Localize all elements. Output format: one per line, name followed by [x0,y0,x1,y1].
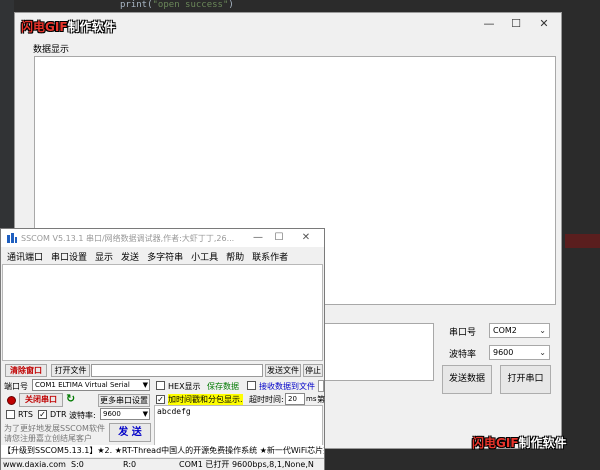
baud-select[interactable]: 9600 ⌄ [489,345,550,360]
ide-code-line: print("open success") [120,0,234,10]
baud-label: 波特率 [449,350,477,360]
refresh-icon[interactable]: ↻ [66,392,75,405]
send-text-area[interactable] [309,323,434,381]
recv-to-file-label: 接收数据到文件 [259,382,315,391]
timeout-input[interactable]: 20 [285,393,305,405]
file-path-input[interactable] [91,364,263,377]
chevron-down-icon: ⌄ [539,348,546,357]
status-recv-count: R:0 [123,460,137,469]
status-port-info: COM1 已打开 9600bps,8,1,None,N [179,460,314,469]
timeout-more: 第 [317,395,325,404]
clear-window-button[interactable]: 清除窗口 [5,364,47,377]
timeout-value: 20 [288,395,297,403]
close-port-button[interactable]: 关闭串口 [19,393,63,407]
menu-item-send[interactable]: 发送 [121,253,139,263]
status-sent-count: S:0 [71,460,84,469]
sscom-maximize-button[interactable]: ☐ [269,231,289,245]
open-file-button[interactable]: 打开文件 [51,364,90,377]
port-label: 端口号 [4,382,28,391]
sscom-send-input[interactable]: abcdefg [154,405,323,446]
menu-item-tools[interactable]: 小工具 [191,253,218,263]
ide-error-marker [565,234,600,248]
sscom-logo-icon [7,233,17,243]
receive-area[interactable] [2,264,323,361]
sscom-baud-select[interactable]: 9600 ▼ [100,408,150,420]
baud-select-value: 9600 [493,348,514,357]
hex-display-checkbox[interactable] [156,381,165,390]
timeout-label: 超时时间: [249,395,284,404]
sscom-menubar: 通讯端口 串口设置 显示 发送 多字符串 小工具 帮助 联系作者 [7,250,296,263]
hex-display-label: HEX显示 [168,382,201,391]
close-button[interactable]: ✕ [534,17,554,31]
watermark: 闪电GIF制作软件 [472,436,567,450]
minimize-button[interactable]: — [479,17,499,31]
promo-line-2: 请您注册嘉立创结尾客户 [4,434,92,443]
chevron-down-icon: ⌄ [539,326,546,335]
status-site-link[interactable]: www.daxia.com [3,459,66,470]
display-label: 数据显示 [33,45,70,55]
sscom-send-button[interactable]: 发 送 [109,423,151,442]
rts-checkbox[interactable] [6,410,15,419]
sscom-minimize-button[interactable]: — [248,231,268,245]
recv-file-input[interactable] [318,380,324,392]
menu-item-port[interactable]: 通讯端口 [7,253,43,263]
window-title: 闪电GIF制作软件 [21,20,116,34]
baud-label: 波特率: [69,411,96,420]
dtr-label: DTR [50,410,67,419]
recv-to-file-checkbox[interactable] [247,381,256,390]
chevron-down-icon: ▼ [142,410,148,418]
sscom-port-value: COM1 ELTIMA Virtual Serial [35,381,130,389]
rts-label: RTS [18,410,33,419]
sscom-close-button[interactable]: ✕ [296,231,316,245]
send-data-button[interactable]: 发送数据 [442,365,492,394]
sscom-port-select[interactable]: COM1 ELTIMA Virtual Serial ▼ [32,379,150,391]
status-bar: www.daxia.com S:0 R:0 COM1 已打开 9600bps,8… [1,458,324,470]
dtr-checkbox[interactable]: ✓ [38,410,47,419]
menu-item-display[interactable]: 显示 [95,253,113,263]
maximize-button[interactable]: ☐ [506,17,526,31]
menu-item-contact[interactable]: 联系作者 [252,253,288,263]
news-ticker[interactable]: 【升级到SSCOM5.13.1】★2. ★RT-Thread中国人的开源免费操作… [1,445,324,457]
stop-button[interactable]: 停止 [303,364,323,377]
open-port-button[interactable]: 打开串口 [500,365,551,394]
more-settings-button[interactable]: 更多串口设置 [98,394,150,407]
send-file-button[interactable]: 发送文件 [265,364,301,377]
timestamp-label: 加时间戳和分包显示. [168,394,243,405]
port-select-value: COM2 [493,326,517,335]
sscom-baud-value: 9600 [103,410,121,418]
menu-item-serial-settings[interactable]: 串口设置 [51,253,87,263]
sscom-title: SSCOM V5.13.1 串口/网络数据调试器,作者:大虾丁丁,26... [21,234,235,243]
timeout-unit: ms [306,395,317,403]
sscom-window: SSCOM V5.13.1 串口/网络数据调试器,作者:大虾丁丁,26... —… [0,228,325,470]
port-label: 串口号 [449,328,477,338]
menu-item-help[interactable]: 帮助 [226,253,244,263]
port-select[interactable]: COM2 ⌄ [489,323,550,338]
save-data-button[interactable]: 保存数据 [207,381,239,392]
port-status-indicator [7,396,16,405]
chevron-down-icon: ▼ [142,381,148,389]
menu-item-multi-string[interactable]: 多字符串 [147,253,183,263]
timestamp-checkbox[interactable]: ✓ [156,395,165,404]
